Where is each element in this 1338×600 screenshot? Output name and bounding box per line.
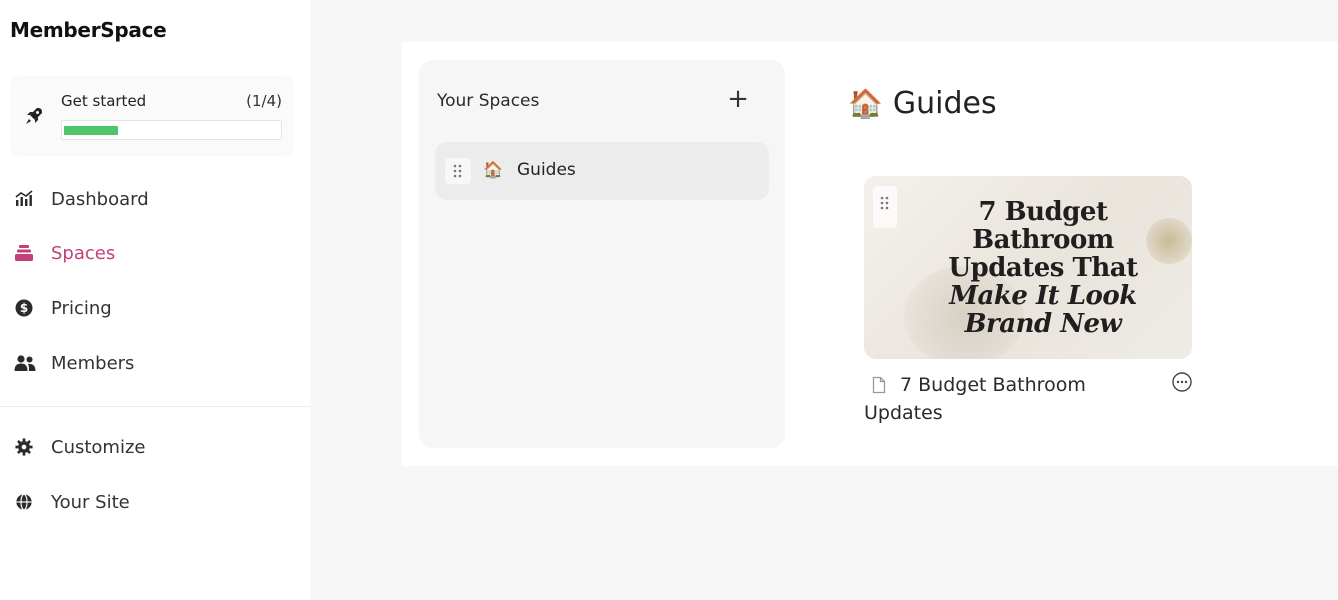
space-item-guides[interactable]: 🏠 Guides: [435, 142, 769, 200]
nav-label-spaces: Spaces: [51, 243, 116, 264]
globe-icon: [14, 493, 34, 511]
post-thumbnail[interactable]: 7 Budget Bathroom Updates That Make It L…: [864, 176, 1192, 359]
nav-item-spaces[interactable]: Spaces: [0, 233, 300, 273]
main-card: Your Spaces + 🏠 Guides 🏠 Guides 7 Budget…: [402, 42, 1338, 466]
thumbnail-text: 7 Budget Bathroom Updates That Make It L…: [918, 198, 1168, 338]
app-root: MemberSpace Get started (1/4) Dashboard …: [0, 0, 1338, 600]
rocket-icon: [24, 106, 44, 126]
logo-text: MemberSpace: [10, 18, 167, 42]
nav-item-members[interactable]: Members: [0, 343, 300, 383]
more-horizontal-icon[interactable]: [1172, 372, 1192, 392]
drag-handle-icon[interactable]: [445, 158, 471, 184]
users-icon: [14, 354, 36, 372]
sidebar: MemberSpace Get started (1/4) Dashboard …: [0, 0, 310, 600]
spaces-panel-title: Your Spaces: [437, 91, 540, 111]
thumbnail-text-line: Bathroom: [972, 225, 1114, 255]
gear-icon: [14, 438, 34, 456]
space-title: 🏠 Guides: [848, 86, 997, 121]
thumbnail-text-line: Brand New: [964, 309, 1122, 339]
get-started-progress-bar: [61, 120, 282, 140]
nav-item-customize[interactable]: Customize: [0, 427, 300, 467]
nav-item-your-site[interactable]: Your Site: [0, 482, 300, 522]
get-started-card[interactable]: Get started (1/4): [10, 76, 294, 156]
chart-icon: [14, 190, 34, 208]
get-started-label: Get started: [61, 92, 147, 110]
post-title[interactable]: 7 Budget Bathroom Updates: [864, 371, 1124, 427]
house-icon: 🏠: [848, 87, 883, 120]
dollar-circle-icon: $: [14, 299, 34, 317]
nav-label-customize: Customize: [51, 437, 146, 458]
spaces-panel: Your Spaces + 🏠 Guides: [419, 60, 785, 448]
svg-text:$: $: [20, 301, 28, 315]
nav-label-members: Members: [51, 353, 135, 374]
nav-item-pricing[interactable]: $ Pricing: [0, 288, 300, 328]
thumbnail-text-line: Updates That: [948, 253, 1138, 283]
house-icon: 🏠: [483, 160, 503, 179]
drag-handle-icon[interactable]: [873, 186, 897, 228]
nav-label-your-site: Your Site: [51, 492, 130, 513]
get-started-progress-fill: [64, 126, 118, 135]
nav-label-dashboard: Dashboard: [51, 189, 149, 210]
thumbnail-text-line: Make It Look: [949, 281, 1137, 311]
get-started-count: (1/4): [246, 92, 282, 110]
thumbnail-text-line: 7 Budget: [978, 197, 1108, 227]
logo[interactable]: MemberSpace: [10, 18, 167, 42]
nav-item-dashboard[interactable]: Dashboard: [0, 179, 300, 219]
nav-label-pricing: Pricing: [51, 298, 112, 319]
add-space-button[interactable]: +: [725, 86, 751, 112]
space-item-label: Guides: [517, 160, 576, 180]
stack-icon: [14, 244, 34, 262]
space-title-text: Guides: [892, 86, 997, 121]
sidebar-divider: [0, 406, 310, 407]
